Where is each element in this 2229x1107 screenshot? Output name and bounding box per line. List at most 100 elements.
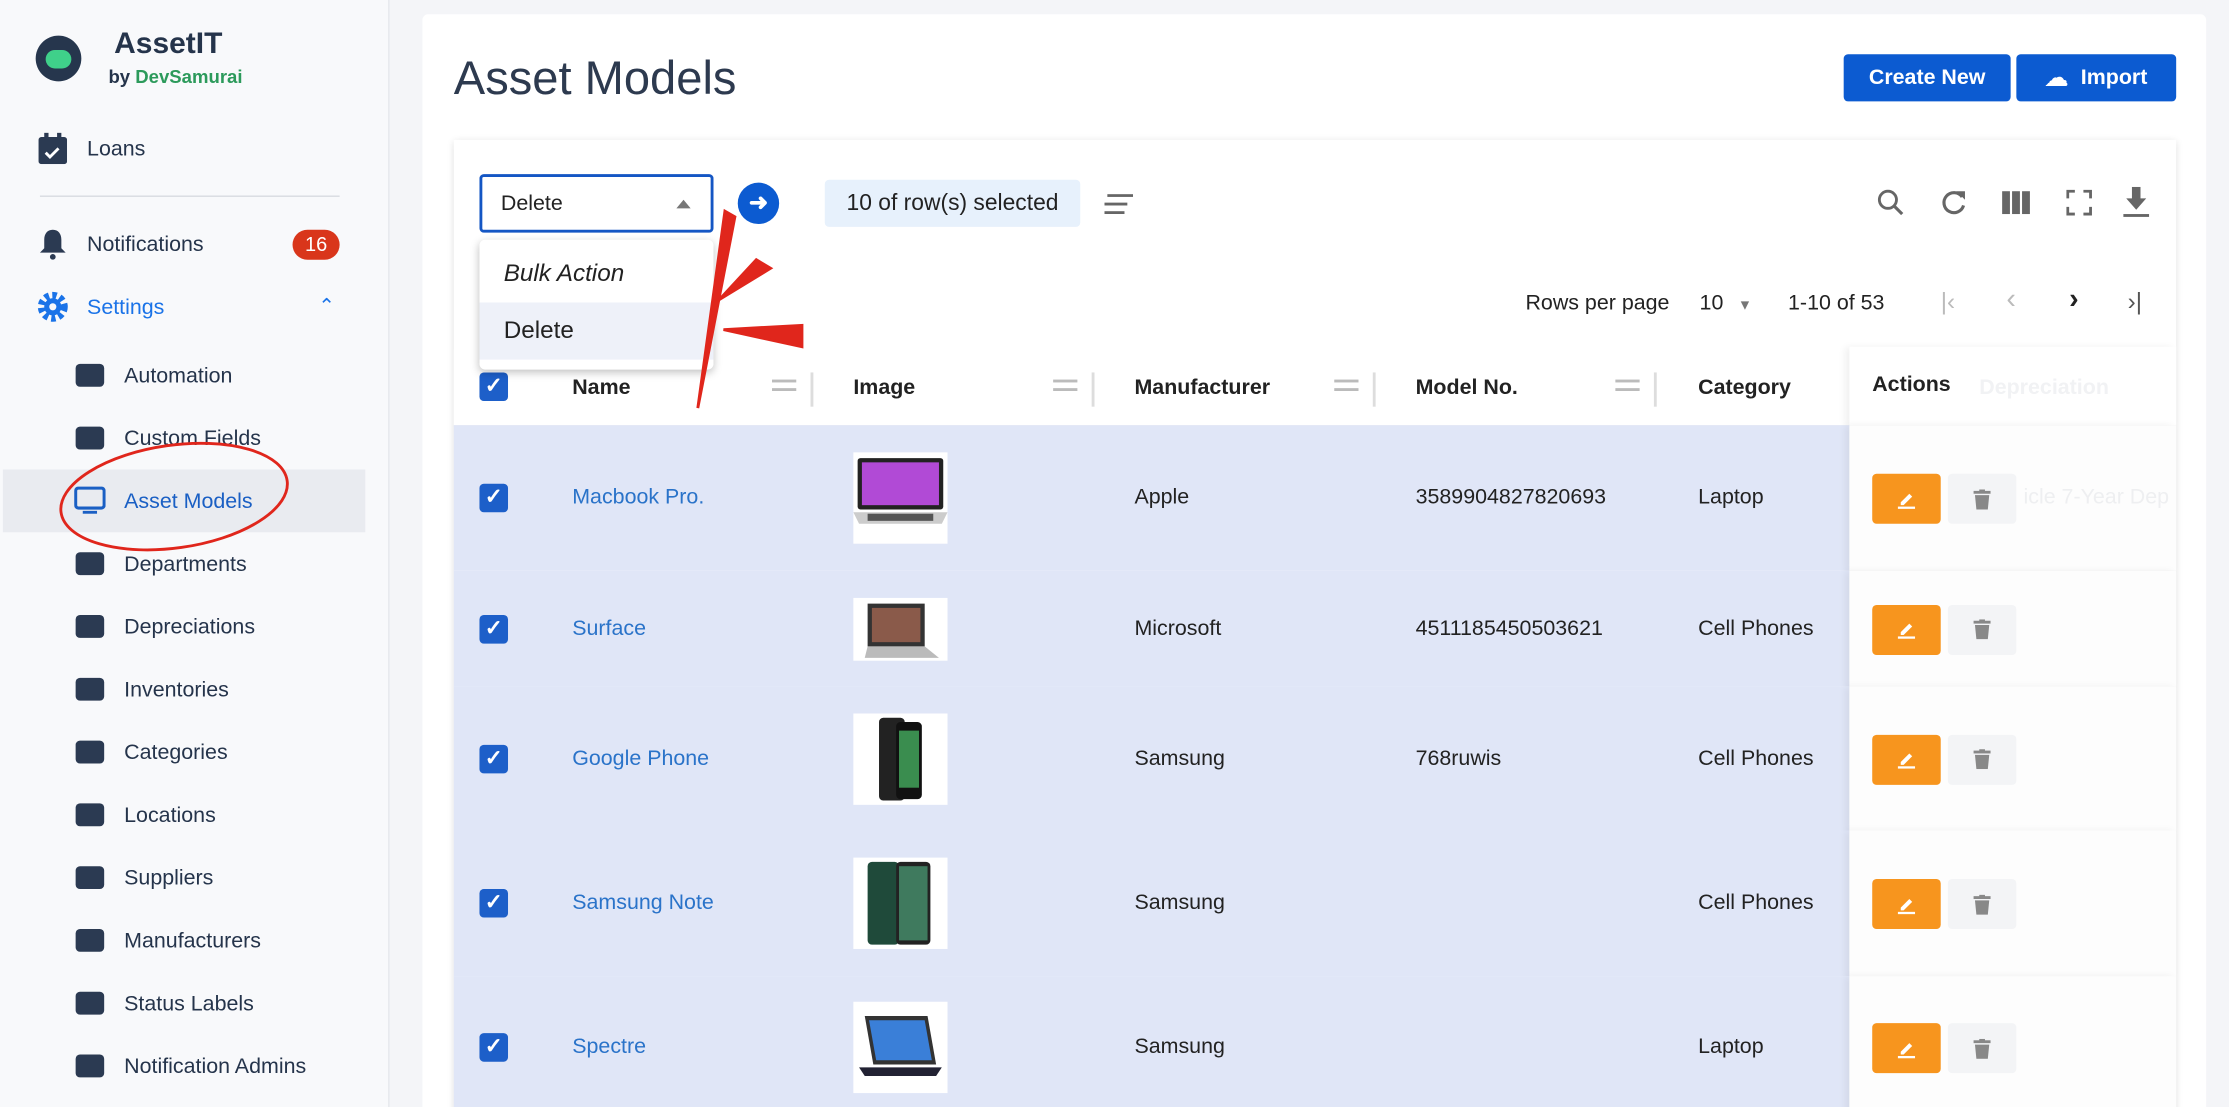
option-delete[interactable]: Delete	[479, 302, 714, 360]
manufacturer-cell: Samsung	[1134, 1034, 1225, 1059]
sidebar-item-locations[interactable]: Locations	[74, 798, 216, 832]
column-header-image[interactable]: Image	[853, 375, 915, 399]
column-drag-handle[interactable]	[1334, 379, 1359, 391]
edit-button[interactable]	[1872, 879, 1941, 929]
sidebar-item-departments[interactable]: Departments	[74, 547, 247, 581]
pagination-range: 1-10 of 53	[1788, 291, 1885, 316]
sort-lines-icon[interactable]	[1104, 194, 1134, 221]
column-resizer[interactable]	[810, 372, 814, 407]
sidebar-item-label: Departments	[124, 551, 247, 576]
sidebar-item-label: Notification Admins	[124, 1053, 307, 1079]
cloud-upload-icon: ☁	[2045, 66, 2068, 91]
select-all-checkbox[interactable]: ✓	[479, 372, 509, 401]
column-header-name[interactable]: Name	[572, 375, 630, 399]
column-header-category[interactable]: Category	[1698, 375, 1791, 399]
row-checkbox[interactable]: ✓	[479, 744, 509, 773]
bulk-action-select[interactable]: Delete	[479, 174, 714, 233]
sidebar-item-status-labels[interactable]: Status Labels	[74, 986, 254, 1020]
refresh-icon[interactable]	[1938, 187, 1969, 218]
sidebar-item-asset-models[interactable]: Asset Models	[74, 484, 253, 518]
search-icon[interactable]	[1875, 187, 1906, 218]
model-no-cell: 4511185450503621	[1415, 615, 1603, 641]
column-drag-handle[interactable]	[1053, 379, 1078, 391]
import-button[interactable]: ☁ Import	[2016, 54, 2177, 102]
sidebar-item-categories[interactable]: Categories	[74, 735, 228, 769]
model-name-link[interactable]: Macbook Pro.	[572, 485, 704, 509]
column-drag-handle[interactable]	[1615, 379, 1640, 391]
edit-button[interactable]	[1872, 1023, 1941, 1074]
sidebar-item-automation[interactable]: Automation	[74, 358, 232, 392]
delete-button[interactable]	[1947, 604, 2017, 655]
prev-page-icon[interactable]: ‹	[2006, 284, 2016, 317]
delete-button[interactable]	[1947, 473, 2017, 524]
row-checkbox[interactable]: ✓	[479, 614, 509, 643]
trash-icon	[1973, 619, 1991, 640]
nav-settings[interactable]: Settings	[37, 290, 164, 324]
columns-icon[interactable]	[2001, 187, 2032, 218]
first-page-icon[interactable]: |‹	[1941, 288, 1955, 317]
brand-name: AssetIT	[114, 27, 223, 60]
fullscreen-icon[interactable]	[2063, 187, 2094, 218]
delete-button[interactable]	[1947, 734, 2017, 785]
rows-per-page-select[interactable]: 10 ▼	[1700, 291, 1752, 315]
edit-button[interactable]	[1872, 734, 1941, 785]
column-resizer[interactable]	[1091, 372, 1095, 407]
caret-down-icon: ▼	[1737, 298, 1753, 314]
nav-loans[interactable]: Loans	[37, 131, 145, 165]
calendar-check-icon	[37, 132, 68, 165]
factory-icon	[74, 926, 105, 955]
row-checkbox[interactable]: ✓	[479, 889, 509, 918]
option-bulk-action[interactable]: Bulk Action	[479, 245, 713, 302]
bell-icon	[37, 228, 68, 260]
rows-per-page-label: Rows per page	[1525, 291, 1670, 316]
column-drag-handle[interactable]	[772, 379, 797, 391]
nav-label: Notifications	[87, 231, 204, 257]
sidebar-item-label: Depreciations	[124, 614, 256, 639]
pencil-icon	[1897, 898, 1916, 914]
model-no-cell: 3589904827820693	[1415, 485, 1607, 510]
model-image-convertible	[853, 1001, 948, 1094]
model-name-link[interactable]: Spectre	[572, 1035, 646, 1059]
model-name-link[interactable]: Google Phone	[572, 746, 709, 770]
manufacturer-cell: Samsung	[1134, 745, 1225, 770]
create-new-button[interactable]: Create New	[1843, 54, 2011, 102]
nav-notifications[interactable]: Notifications	[37, 227, 204, 261]
apply-bulk-action-button[interactable]: ➜	[737, 182, 780, 225]
row-checkbox[interactable]: ✓	[479, 483, 509, 513]
column-header-manufacturer[interactable]: Manufacturer	[1134, 375, 1270, 399]
pencil-icon	[1897, 623, 1916, 639]
column-resizer[interactable]	[1653, 372, 1657, 407]
column-header-model-no[interactable]: Model No.	[1416, 375, 1518, 399]
row-checkbox[interactable]: ✓	[479, 1033, 509, 1062]
delete-button[interactable]	[1947, 879, 2017, 929]
edit-button[interactable]	[1872, 473, 1941, 524]
nav-label: Settings	[87, 294, 165, 319]
bulk-action-value: Delete	[500, 191, 563, 216]
monitor-icon	[74, 486, 106, 516]
manufacturer-cell: Apple	[1134, 485, 1190, 510]
sidebar-item-inventories[interactable]: Inventories	[74, 672, 229, 706]
model-name-link[interactable]: Surface	[572, 616, 646, 640]
sidebar-item-depreciations[interactable]: Depreciations	[74, 609, 255, 643]
sidebar-item-notification-admins[interactable]: Notification Admins	[74, 1049, 306, 1083]
column-header-depreciation[interactable]: Depreciation	[1979, 375, 2109, 399]
sidebar-item-suppliers[interactable]: Suppliers	[74, 860, 213, 894]
column-resizer[interactable]	[1372, 372, 1376, 407]
model-image-laptop	[853, 452, 948, 544]
delete-button[interactable]	[1947, 1023, 2017, 1074]
pencil-icon	[1897, 753, 1916, 769]
page-title: Asset Models	[453, 51, 737, 105]
edit-button[interactable]	[1872, 604, 1941, 655]
next-page-icon[interactable]: ›	[2069, 284, 2079, 317]
trash-icon	[1973, 488, 1991, 509]
category-cell: Cell Phones	[1698, 745, 1814, 770]
sidebar-item-manufacturers[interactable]: Manufacturers	[74, 923, 261, 957]
last-page-icon[interactable]: ›|	[2128, 288, 2142, 317]
trash-icon	[1973, 894, 1991, 914]
sidebar-item-label: Custom Fields	[124, 425, 261, 451]
download-icon[interactable]	[2121, 186, 2152, 218]
model-name-link[interactable]: Samsung Note	[572, 890, 714, 914]
bulk-action-dropdown: Bulk Action Delete	[479, 239, 714, 370]
chevron-up-icon[interactable]: ⌃	[318, 294, 335, 318]
sidebar-item-custom-fields[interactable]: Custom Fields	[74, 421, 261, 455]
